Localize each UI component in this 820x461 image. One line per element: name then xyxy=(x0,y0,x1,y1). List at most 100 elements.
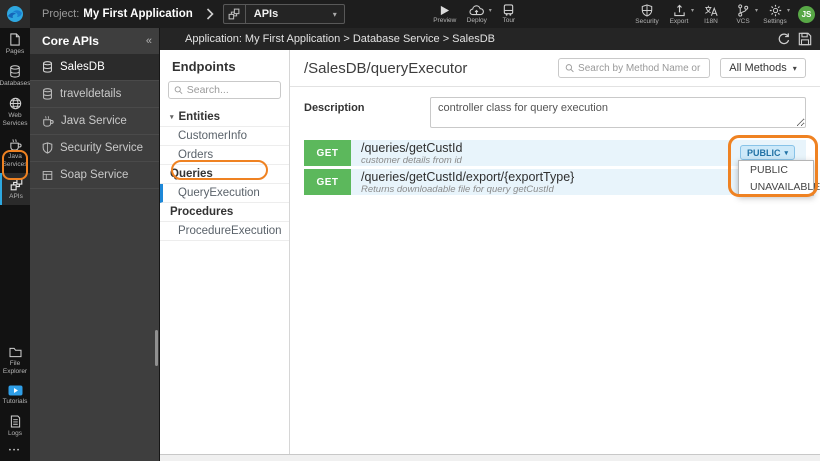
api-row-text: /queries/getCustId customer details from… xyxy=(351,140,462,166)
endpoint-label: QueryExecution xyxy=(178,187,260,199)
collapse-panel-icon[interactable]: « xyxy=(146,35,152,47)
app-window: Project: My First Application APIs ▾ Prev… xyxy=(0,0,820,461)
security-button[interactable]: Security xyxy=(631,0,663,28)
settings-label: Settings xyxy=(763,17,787,25)
description-label: Description xyxy=(304,102,365,114)
api-row-getcustid-export[interactable]: GET /queries/getCustId/export/{exportTyp… xyxy=(304,169,806,195)
mode-selector-label: APIs xyxy=(253,8,279,20)
endpoints-group-entities[interactable]: ▾ Entities xyxy=(160,108,289,127)
access-option-public[interactable]: PUBLIC xyxy=(739,161,813,178)
endpoint-item-queryexecution[interactable]: QueryExecution xyxy=(160,184,289,203)
export-button[interactable]: Export ▾ xyxy=(663,0,695,28)
endpoint-item-procedureexecution[interactable]: ProcedureExecution xyxy=(160,222,289,241)
rail-item-pages[interactable]: Pages xyxy=(0,28,30,60)
database-icon xyxy=(43,61,52,73)
http-method-badge: GET xyxy=(304,140,351,166)
core-api-item-java-service[interactable]: Java Service xyxy=(30,108,159,135)
core-api-item-security-service[interactable]: Security Service xyxy=(30,135,159,162)
rail-item-web-services[interactable]: Web Services xyxy=(0,92,30,132)
group-label: Procedures xyxy=(170,206,234,218)
wavemaker-logo[interactable] xyxy=(0,0,30,28)
preview-button[interactable]: Preview xyxy=(429,0,461,28)
play-icon xyxy=(441,5,450,15)
export-label: Export xyxy=(669,17,689,25)
access-level-dropdown[interactable]: PUBLIC ▾ xyxy=(739,145,795,160)
project-label: Project: xyxy=(42,8,80,20)
refresh-icon[interactable] xyxy=(777,32,791,46)
core-api-item-traveldetails[interactable]: traveldetails xyxy=(30,81,159,108)
rail-item-apis[interactable]: APIs xyxy=(0,172,30,205)
endpoints-search[interactable] xyxy=(168,81,281,99)
core-api-item-soap-service[interactable]: Soap Service xyxy=(30,162,159,189)
rail-label: Java Services xyxy=(2,152,28,168)
core-api-label: Java Service xyxy=(61,115,127,127)
endpoint-item-customerinfo[interactable]: CustomerInfo xyxy=(160,127,289,146)
rail-overflow-icon[interactable]: ••• xyxy=(9,442,21,461)
search-icon xyxy=(174,86,183,95)
endpoints-group-procedures[interactable]: Procedures xyxy=(160,203,289,222)
translate-icon xyxy=(705,5,718,16)
settings-button[interactable]: Settings ▾ xyxy=(759,0,791,28)
database-icon xyxy=(10,65,20,78)
api-path: /queries/getCustId xyxy=(361,141,463,155)
endpoint-item-orders[interactable]: Orders xyxy=(160,146,289,165)
core-apis-scrollbar[interactable] xyxy=(155,330,158,366)
tour-button[interactable]: Tour xyxy=(493,0,525,28)
i18n-label: I18N xyxy=(704,17,718,25)
description-input[interactable]: controller class for query execution xyxy=(430,97,806,128)
rail-item-databases[interactable]: Databases xyxy=(0,60,31,92)
i18n-button[interactable]: I18N xyxy=(695,0,727,28)
apis-icon xyxy=(224,5,246,23)
shield-icon xyxy=(641,3,653,17)
caret-down-icon: ▾ xyxy=(332,9,337,19)
rail-item-logs[interactable]: Logs xyxy=(0,410,30,442)
api-row-text: /queries/getCustId/export/{exportType} R… xyxy=(351,169,574,195)
main-content: /SalesDB/queryExecutor All Methods ▾ Des… xyxy=(290,50,820,454)
apis-icon xyxy=(10,178,22,191)
rail-item-java-services[interactable]: Java Services xyxy=(0,133,30,173)
topbar-tools: Security Export ▾ I18N VCS ▾ Settings ▾ … xyxy=(631,0,820,28)
api-row-getcustid[interactable]: GET /queries/getCustId customer details … xyxy=(304,140,806,166)
main-header: /SalesDB/queryExecutor All Methods ▾ xyxy=(290,50,820,87)
soap-service-icon xyxy=(42,170,53,180)
breadcrumb-actions xyxy=(777,32,812,46)
caret-down-icon: ▾ xyxy=(488,8,492,14)
access-option-unavailable[interactable]: UNAVAILABLE xyxy=(739,178,820,195)
search-icon xyxy=(565,64,574,73)
method-search-input[interactable] xyxy=(578,62,703,74)
rail-label: Logs xyxy=(7,429,23,437)
rail-label: Pages xyxy=(5,48,25,55)
core-apis-panel: Core APIs « SalesDB traveldetails Java S… xyxy=(30,28,160,461)
logs-icon xyxy=(10,415,20,428)
save-icon[interactable] xyxy=(798,32,812,46)
rail-label: File Explorer xyxy=(2,359,28,375)
rail-label: Databases xyxy=(0,80,31,88)
vcs-button[interactable]: VCS ▾ xyxy=(727,0,759,28)
api-summary: Returns downloadable file for query getC… xyxy=(361,183,554,195)
folder-icon xyxy=(8,347,22,357)
description-row: Description controller class for query e… xyxy=(290,87,820,140)
security-label: Security xyxy=(635,17,659,25)
access-level-menu: PUBLIC UNAVAILABLE xyxy=(738,160,820,196)
method-filter-dropdown[interactable]: All Methods ▾ xyxy=(720,58,806,78)
endpoints-group-queries[interactable]: Queries xyxy=(160,165,289,184)
method-filter-label: All Methods xyxy=(729,62,787,74)
core-api-label: SalesDB xyxy=(60,61,105,73)
user-avatar[interactable]: JS xyxy=(798,5,815,23)
bottom-strip xyxy=(160,454,820,461)
caret-down-icon: ▾ xyxy=(792,63,797,73)
deploy-button[interactable]: Deploy ▾ xyxy=(461,0,493,28)
rail-item-file-explorer[interactable]: File Explorer xyxy=(0,342,30,380)
coffee-icon xyxy=(9,138,22,151)
breadcrumb: Application: My First Application > Data… xyxy=(185,33,495,45)
rail-label: Tutorials xyxy=(2,397,28,405)
tutorials-video-icon xyxy=(8,385,22,396)
tour-label: Tour xyxy=(502,17,516,24)
core-api-item-salesdb[interactable]: SalesDB xyxy=(30,54,159,81)
rail-item-tutorials[interactable]: Tutorials xyxy=(0,380,30,410)
mode-selector-dropdown[interactable]: APIs ▾ xyxy=(222,4,345,24)
logo-icon xyxy=(7,6,23,22)
endpoints-search-input[interactable] xyxy=(186,84,275,96)
topbar-actions: Preview Deploy ▾ Tour xyxy=(429,0,525,28)
method-search[interactable] xyxy=(558,58,710,78)
